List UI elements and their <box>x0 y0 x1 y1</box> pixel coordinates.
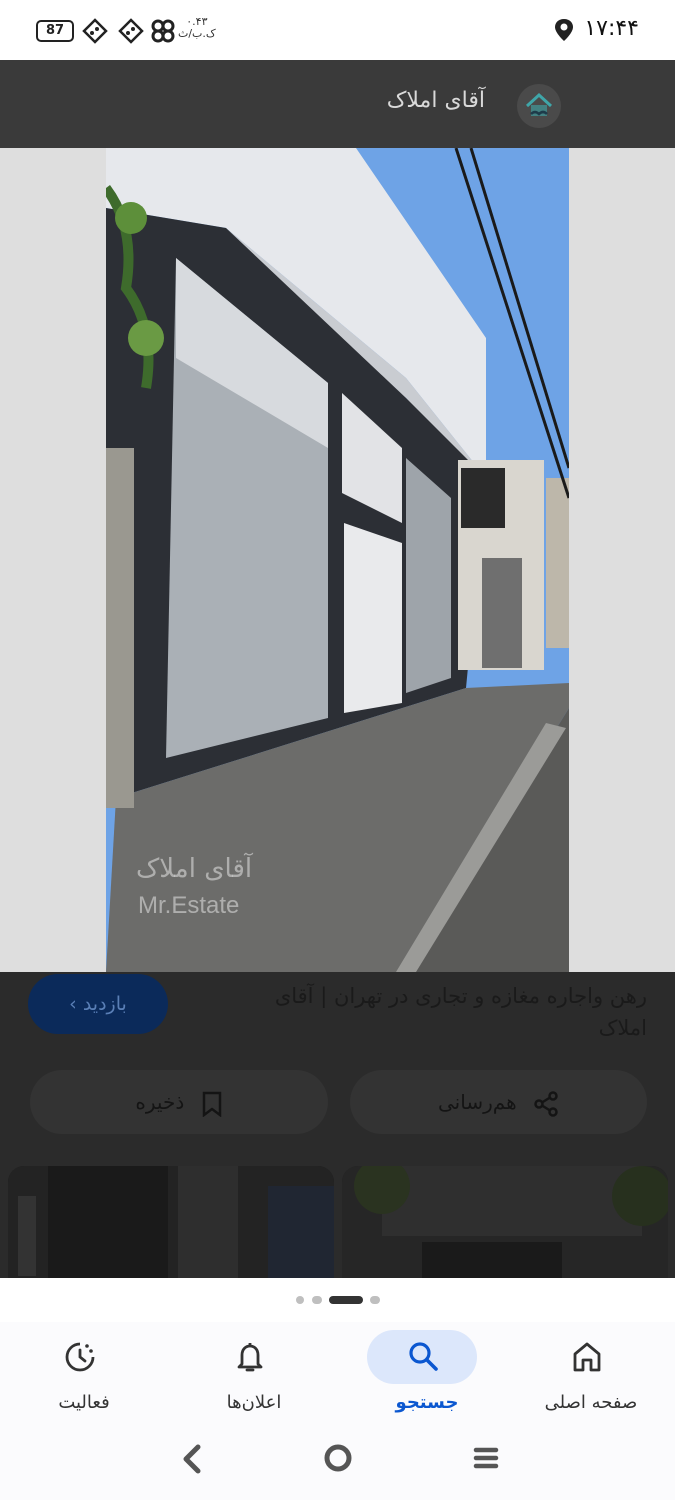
signal-icon <box>82 18 108 44</box>
recents-icon[interactable] <box>472 1444 500 1472</box>
bell-icon <box>237 1343 263 1372</box>
save-button[interactable]: ذخیره <box>30 1070 328 1134</box>
save-label: ذخیره <box>135 1090 185 1114</box>
network-speed: ۰.۴۳ ک.ب/ث <box>178 16 216 40</box>
bottom-navigation: صفحه اصلی جستجو اعلان‌ها <box>0 1322 675 1430</box>
system-navigation-bar <box>0 1430 675 1500</box>
watermark-en: Mr.Estate <box>138 892 240 919</box>
home-circle-icon[interactable] <box>322 1442 354 1474</box>
nav-home-label: صفحه اصلی <box>544 1392 638 1413</box>
pager-dot-active[interactable] <box>329 1296 363 1304</box>
bookmark-icon <box>202 1091 221 1117</box>
share-button[interactable]: هم‌رسانی <box>350 1070 647 1134</box>
share-label: هم‌رسانی <box>438 1090 517 1114</box>
share-icon <box>534 1090 558 1117</box>
status-time: ۱۷:۴۴ <box>584 16 639 41</box>
image-preview-area: آقای املاک Mr.Estate <box>0 148 675 972</box>
related-image-thumbnail[interactable] <box>8 1166 334 1278</box>
screen: 87 ۰.۴۳ ک.ب/ث ۱۷:۴۴ آقای املاک آقای املا… <box>0 0 675 1500</box>
pager-dot[interactable] <box>312 1296 322 1304</box>
location-icon <box>555 19 573 41</box>
back-icon[interactable] <box>180 1444 204 1474</box>
network-speed-unit: ک.ب/ث <box>178 27 216 40</box>
status-bar: 87 ۰.۴۳ ک.ب/ث ۱۷:۴۴ <box>0 0 675 60</box>
nav-activity[interactable]: فعالیت <box>0 1322 168 1430</box>
activity-icon <box>65 1342 95 1372</box>
storefront-image <box>106 148 569 972</box>
nav-notifications-label: اعلان‌ها <box>226 1392 282 1413</box>
result-details: رهن واجاره مغازه و تجاری در تهران | آقای… <box>0 972 675 1278</box>
property-photo[interactable]: آقای املاک Mr.Estate <box>106 148 569 972</box>
chevron-left-icon: › <box>69 993 77 1015</box>
related-image-thumbnail[interactable] <box>342 1166 668 1278</box>
watermark-fa: آقای املاک <box>136 854 253 884</box>
thumbnail-image <box>8 1166 334 1278</box>
app-notification-icon <box>151 19 175 43</box>
pager-dot[interactable] <box>296 1296 304 1304</box>
nav-notifications[interactable]: اعلان‌ها <box>170 1322 338 1430</box>
search-icon <box>409 1342 438 1371</box>
nav-activity-label: فعالیت <box>58 1392 110 1413</box>
visit-button[interactable]: بازدید › <box>28 974 168 1034</box>
result-title[interactable]: رهن واجاره مغازه و تجاری در تهران | آقای… <box>227 980 647 1044</box>
pager-dot[interactable] <box>370 1296 380 1304</box>
thumbnail-image <box>342 1166 668 1278</box>
app-header: آقای املاک <box>0 60 675 148</box>
nav-search-label: جستجو <box>395 1392 459 1413</box>
visit-button-label: بازدید <box>82 993 127 1015</box>
nav-home[interactable]: صفحه اصلی <box>507 1322 675 1430</box>
home-icon <box>573 1342 601 1372</box>
battery-indicator: 87 <box>36 20 74 42</box>
header-title: آقای املاک <box>386 88 485 113</box>
carousel-indicator <box>0 1278 675 1322</box>
nav-search[interactable]: جستجو <box>343 1322 511 1430</box>
5g-signal-icon <box>118 18 144 44</box>
site-logo-icon[interactable] <box>517 84 561 128</box>
